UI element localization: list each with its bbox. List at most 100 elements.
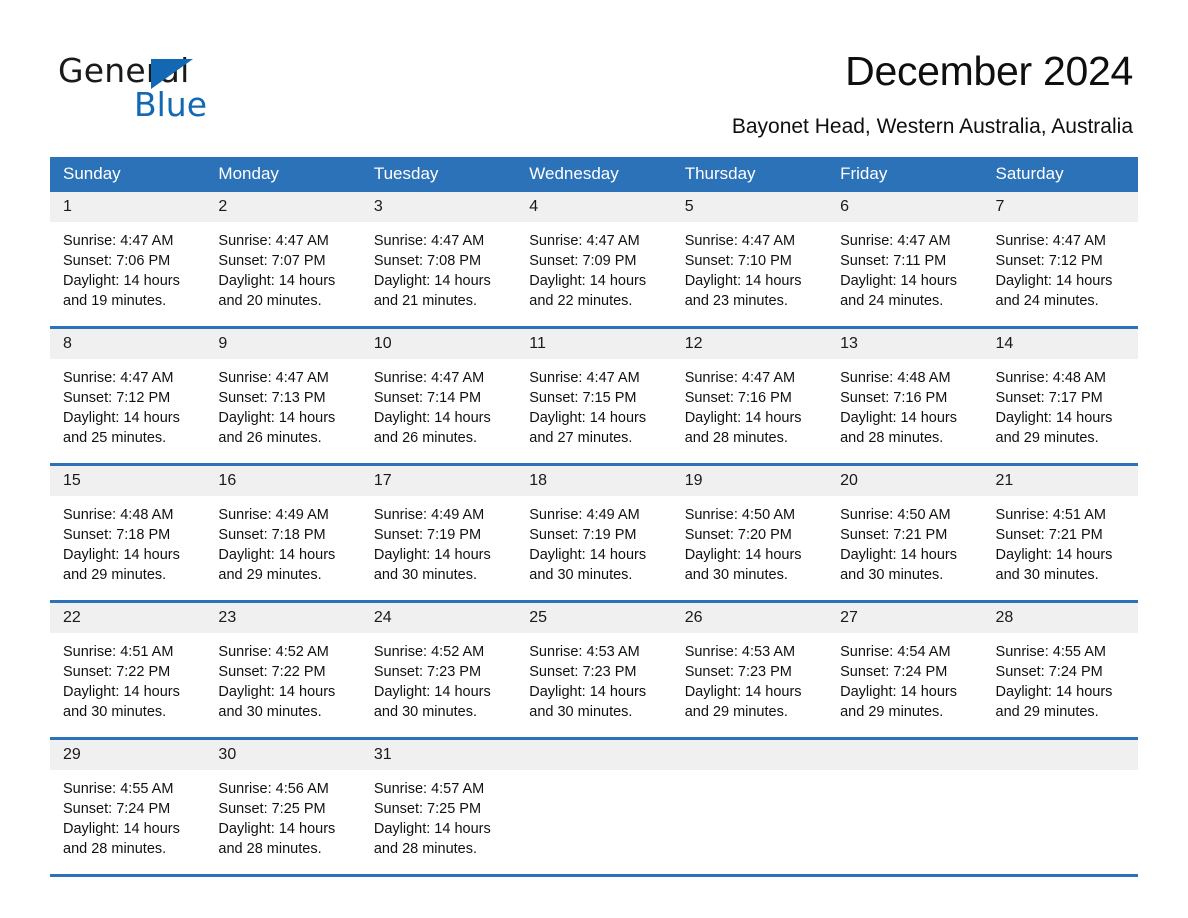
- calendar-day-cell[interactable]: 28 Sunrise: 4:55 AM Sunset: 7:24 PM Dayligh…: [982, 600, 1138, 739]
- calendar-day-cell[interactable]: 29 Sunrise: 4:55 AM Sunset: 7:24 PM Dayligh…: [50, 737, 206, 874]
- daylight-text-line2: and 19 minutes.: [63, 293, 167, 309]
- day-sun-info: Sunrise: 4:57 AM Sunset: 7:25 PM Daylight:…: [361, 770, 516, 859]
- sunset-text: Sunset: 7:24 PM: [63, 801, 171, 817]
- calendar-day-cell[interactable]: 8 Sunrise: 4:47 AM Sunset: 7:12 PM Daylight…: [50, 326, 206, 465]
- sunset-text: Sunset: 7:23 PM: [373, 664, 482, 680]
- day-number: 26: [671, 603, 828, 633]
- calendar-day-cell[interactable]: 16 Sunrise: 4:49 AM Sunset: 7:18 PM Dayligh…: [205, 463, 361, 602]
- calendar-day-cell[interactable]: 20 Sunrise: 4:50 AM Sunset: 7:21 PM Dayligh…: [827, 463, 983, 602]
- sunrise-text: Sunrise: 4:54 AM: [840, 644, 951, 660]
- sunrise-text: Sunrise: 4:49 AM: [373, 507, 485, 523]
- daylight-text-line1: Daylight: 14 hours: [218, 547, 336, 563]
- sunset-text: Sunset: 7:19 PM: [373, 527, 482, 543]
- calendar-day-cell[interactable]: 5 Sunrise: 4:47 AM Sunset: 7:10 PM Daylight…: [671, 192, 828, 328]
- daylight-text-line1: Daylight: 14 hours: [684, 410, 802, 426]
- calendar-empty-cell: [671, 737, 828, 874]
- calendar-day-cell[interactable]: 13 Sunrise: 4:48 AM Sunset: 7:16 PM Dayligh…: [827, 326, 983, 465]
- calendar-day-cell[interactable]: 22 Sunrise: 4:51 AM Sunset: 7:22 PM Dayligh…: [50, 600, 206, 739]
- calendar-day-cell[interactable]: 6 Sunrise: 4:47 AM Sunset: 7:11 PM Daylight…: [827, 192, 983, 328]
- day-number: 4: [516, 192, 672, 222]
- daylight-text-line1: Daylight: 14 hours: [995, 684, 1113, 700]
- calendar-day-cell[interactable]: 3 Sunrise: 4:47 AM Sunset: 7:08 PM Daylight…: [360, 192, 517, 328]
- daylight-text-line2: and 30 minutes.: [684, 567, 788, 583]
- day-number: 7: [982, 192, 1138, 222]
- calendar-table: Sunday Monday Tuesday Wednesday Thursday…: [50, 157, 1138, 874]
- calendar-day-cell[interactable]: 9 Sunrise: 4:47 AM Sunset: 7:13 PM Daylight…: [205, 326, 361, 465]
- calendar-day-cell[interactable]: 12 Sunrise: 4:47 AM Sunset: 7:16 PM Dayligh…: [671, 326, 828, 465]
- calendar-day-cell[interactable]: 17 Sunrise: 4:49 AM Sunset: 7:19 PM Dayligh…: [360, 463, 517, 602]
- calendar-day-cell[interactable]: 19 Sunrise: 4:50 AM Sunset: 7:20 PM Dayligh…: [671, 463, 828, 602]
- sunrise-text: Sunrise: 4:53 AM: [529, 644, 640, 660]
- weekday-header-sunday: Sunday: [50, 157, 206, 192]
- day-number: 18: [516, 466, 672, 496]
- daylight-text-line1: Daylight: 14 hours: [684, 684, 802, 700]
- calendar-day-cell[interactable]: 23 Sunrise: 4:52 AM Sunset: 7:22 PM Dayligh…: [205, 600, 361, 739]
- generalblue-logo[interactable]: General Blue: [58, 52, 318, 124]
- sunrise-text: Sunrise: 4:47 AM: [840, 233, 951, 249]
- day-number: 27: [827, 603, 983, 633]
- sunrise-text: Sunrise: 4:47 AM: [684, 233, 796, 249]
- sunrise-text: Sunrise: 4:47 AM: [218, 233, 329, 249]
- daylight-text-line1: Daylight: 14 hours: [373, 273, 491, 289]
- daylight-text-line2: and 30 minutes.: [529, 567, 633, 583]
- daylight-text-line2: and 30 minutes.: [373, 704, 478, 720]
- calendar-week-row: 29 Sunrise: 4:55 AM Sunset: 7:24 PM Dayligh…: [50, 737, 1138, 874]
- day-number: 8: [50, 329, 206, 359]
- day-sun-info: Sunrise: 4:47 AM Sunset: 7:06 PM Daylight:…: [50, 222, 205, 311]
- day-sun-info: Sunrise: 4:54 AM Sunset: 7:24 PM Daylight:…: [827, 633, 982, 722]
- day-sun-info: Sunrise: 4:50 AM Sunset: 7:20 PM Daylight:…: [672, 496, 827, 585]
- calendar-day-cell[interactable]: 25 Sunrise: 4:53 AM Sunset: 7:23 PM Dayligh…: [516, 600, 672, 739]
- day-sun-info: Sunrise: 4:49 AM Sunset: 7:19 PM Daylight:…: [361, 496, 516, 585]
- sunrise-text: Sunrise: 4:48 AM: [840, 370, 951, 386]
- calendar-day-cell[interactable]: 14 Sunrise: 4:48 AM Sunset: 7:17 PM Dayligh…: [982, 326, 1138, 465]
- calendar-day-cell[interactable]: 10 Sunrise: 4:47 AM Sunset: 7:14 PM Dayligh…: [360, 326, 517, 465]
- sunset-text: Sunset: 7:10 PM: [684, 253, 792, 269]
- calendar-day-cell[interactable]: 24 Sunrise: 4:52 AM Sunset: 7:23 PM Dayligh…: [360, 600, 517, 739]
- calendar-day-cell[interactable]: 27 Sunrise: 4:54 AM Sunset: 7:24 PM Dayligh…: [827, 600, 983, 739]
- page-subtitle: Bayonet Head, Western Australia, Austral…: [731, 115, 1133, 138]
- calendar-day-cell[interactable]: 31 Sunrise: 4:57 AM Sunset: 7:25 PM Dayligh…: [360, 737, 517, 874]
- calendar-day-cell[interactable]: 26 Sunrise: 4:53 AM Sunset: 7:23 PM Dayligh…: [671, 600, 828, 739]
- sunrise-text: Sunrise: 4:47 AM: [529, 370, 640, 386]
- daylight-text-line2: and 28 minutes.: [840, 430, 944, 446]
- calendar-day-cell[interactable]: 1 Sunrise: 4:47 AM Sunset: 7:06 PM Daylight…: [50, 192, 206, 328]
- calendar-week-row: 15 Sunrise: 4:48 AM Sunset: 7:18 PM Dayligh…: [50, 463, 1138, 602]
- sunrise-text: Sunrise: 4:48 AM: [995, 370, 1106, 386]
- daylight-text-line1: Daylight: 14 hours: [373, 547, 491, 563]
- daylight-text-line2: and 21 minutes.: [373, 293, 478, 309]
- sunset-text: Sunset: 7:09 PM: [529, 253, 637, 269]
- calendar-day-cell[interactable]: 18 Sunrise: 4:49 AM Sunset: 7:19 PM Dayligh…: [516, 463, 672, 602]
- daylight-text-line1: Daylight: 14 hours: [63, 547, 180, 563]
- calendar-day-cell[interactable]: 4 Sunrise: 4:47 AM Sunset: 7:09 PM Daylight…: [516, 192, 672, 328]
- calendar-day-cell[interactable]: 21 Sunrise: 4:51 AM Sunset: 7:21 PM Dayligh…: [982, 463, 1138, 602]
- day-number: 14: [982, 329, 1138, 359]
- day-sun-info: Sunrise: 4:51 AM Sunset: 7:22 PM Daylight:…: [50, 633, 205, 722]
- sunrise-text: Sunrise: 4:49 AM: [218, 507, 329, 523]
- day-number: 19: [671, 466, 828, 496]
- day-sun-info: Sunrise: 4:50 AM Sunset: 7:21 PM Daylight:…: [827, 496, 982, 585]
- daylight-text-line2: and 24 minutes.: [840, 293, 944, 309]
- calendar-day-cell[interactable]: 15 Sunrise: 4:48 AM Sunset: 7:18 PM Dayligh…: [50, 463, 206, 602]
- calendar-bottom-rule: [50, 874, 1138, 877]
- calendar-day-cell[interactable]: 30 Sunrise: 4:56 AM Sunset: 7:25 PM Dayligh…: [205, 737, 361, 874]
- sunrise-text: Sunrise: 4:51 AM: [995, 507, 1106, 523]
- calendar-day-cell[interactable]: 2 Sunrise: 4:47 AM Sunset: 7:07 PM Daylight…: [205, 192, 361, 328]
- day-sun-info: Sunrise: 4:47 AM Sunset: 7:12 PM Daylight:…: [983, 222, 1138, 311]
- daylight-text-line2: and 29 minutes.: [995, 430, 1099, 446]
- sunrise-text: Sunrise: 4:47 AM: [63, 233, 174, 249]
- calendar-day-cell[interactable]: 11 Sunrise: 4:47 AM Sunset: 7:15 PM Dayligh…: [516, 326, 672, 465]
- daylight-text-line2: and 28 minutes.: [63, 841, 167, 857]
- sunset-text: Sunset: 7:21 PM: [840, 527, 948, 543]
- sunset-text: Sunset: 7:16 PM: [840, 390, 948, 406]
- day-number: 13: [827, 329, 983, 359]
- day-sun-info: Sunrise: 4:52 AM Sunset: 7:22 PM Daylight:…: [205, 633, 360, 722]
- sunset-text: Sunset: 7:07 PM: [218, 253, 326, 269]
- calendar-day-cell[interactable]: 7 Sunrise: 4:47 AM Sunset: 7:12 PM Daylight…: [982, 192, 1138, 328]
- day-number: 31: [360, 740, 517, 770]
- weekday-header-tuesday: Tuesday: [360, 157, 517, 192]
- day-number: 24: [360, 603, 517, 633]
- sunset-text: Sunset: 7:13 PM: [218, 390, 326, 406]
- day-number: 9: [205, 329, 361, 359]
- sunrise-text: Sunrise: 4:50 AM: [684, 507, 796, 523]
- daylight-text-line2: and 30 minutes.: [63, 704, 167, 720]
